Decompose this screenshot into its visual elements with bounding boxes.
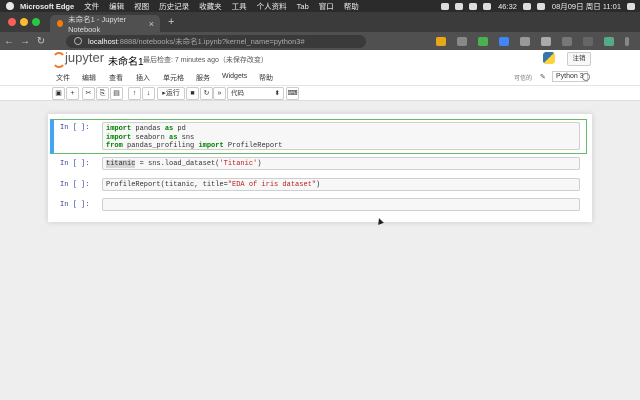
os-menu-file[interactable]: 文件	[84, 1, 99, 12]
os-menu-favorites[interactable]: 收藏夹	[199, 1, 222, 12]
os-menu-history[interactable]: 历史记录	[159, 1, 189, 12]
wechat-icon[interactable]	[441, 2, 450, 10]
music-icon[interactable]	[469, 2, 478, 10]
new-tab-button[interactable]: +	[168, 16, 174, 28]
paste-icon[interactable]: ▤	[110, 87, 123, 100]
trusted-indicator[interactable]: 可信的	[514, 73, 532, 82]
os-menu-edit[interactable]: 编辑	[109, 1, 124, 12]
minimize-window-button[interactable]	[20, 18, 28, 26]
add-cell-icon[interactable]: +	[66, 87, 79, 100]
restart-icon[interactable]: ↻	[200, 87, 213, 100]
os-menu-help[interactable]: 帮助	[344, 1, 359, 12]
run-label: 运行	[165, 90, 180, 97]
battery-time: 46:32	[498, 1, 517, 11]
notebook-name[interactable]: 未命名1	[108, 53, 144, 68]
move-up-icon[interactable]: ↑	[128, 87, 141, 100]
run-button[interactable]: ▸运行	[157, 87, 185, 100]
jupyter-logo-icon[interactable]	[52, 52, 66, 68]
address-bar: ← → ↻ localhost:8888/notebooks/未命名1.ipyn…	[0, 32, 640, 50]
cell-type-select[interactable]: 代码 ⬍	[227, 87, 284, 100]
extension-icon-4[interactable]	[499, 36, 509, 46]
move-down-icon[interactable]: ↓	[142, 87, 155, 100]
qq-icon[interactable]	[455, 2, 464, 10]
chevron-down-icon: ⬍	[274, 90, 280, 97]
cell-input[interactable]: ProfileReport(titanic, title="EDA of iri…	[102, 178, 580, 191]
tab-title: 未命名1 - Jupyter Notebook	[68, 14, 127, 34]
jupyter-favicon-icon	[57, 20, 64, 27]
restart-run-all-icon[interactable]: »	[213, 87, 226, 100]
url-field[interactable]: localhost:8888/notebooks/未命名1.ipynb?kern…	[66, 34, 366, 48]
cell-input[interactable]: import pandas as pd import seaborn as sn…	[102, 122, 580, 150]
status-area: 46:32 08月09日 周日 11:01	[435, 1, 640, 12]
jupyter-logo-text[interactable]: jupyter	[65, 50, 104, 65]
close-window-button[interactable]	[8, 18, 16, 26]
maximize-window-button[interactable]	[32, 18, 40, 26]
stop-icon[interactable]: ■	[186, 87, 199, 100]
menu-file[interactable]: 文件	[56, 73, 70, 83]
cell-type-value: 代码	[231, 90, 244, 97]
back-icon[interactable]: ←	[2, 36, 16, 47]
menu-insert[interactable]: 插入	[136, 73, 150, 83]
apple-icon[interactable]	[6, 2, 14, 10]
browser-tabbar: 未命名1 - Jupyter Notebook × +	[0, 12, 640, 34]
save-icon[interactable]: ▣	[52, 87, 65, 100]
extension-icon-2[interactable]	[457, 36, 467, 46]
profile-icon[interactable]	[604, 36, 614, 46]
cell-prompt: In [ ]:	[60, 160, 90, 168]
list-icon[interactable]	[627, 2, 635, 10]
reload-icon[interactable]: ↻	[34, 36, 48, 47]
extension-icon-5[interactable]	[520, 36, 530, 46]
extensions	[436, 36, 640, 46]
menu-widgets[interactable]: Widgets	[222, 73, 247, 80]
extension-icon-7[interactable]	[562, 36, 572, 46]
extension-icon-1[interactable]	[436, 36, 446, 46]
os-menubar: Microsoft Edge 文件 编辑 视图 历史记录 收藏夹 工具 个人资料…	[0, 0, 640, 12]
battery-icon[interactable]	[483, 2, 492, 10]
checkpoint-status: 最后检查: 7 minutes ago（未保存改变）	[143, 57, 268, 64]
cell-prompt: In [ ]:	[60, 201, 90, 209]
menu-view[interactable]: 查看	[109, 73, 123, 83]
extension-icon-3[interactable]	[478, 36, 488, 46]
menu-edit[interactable]: 编辑	[82, 73, 96, 83]
extension-icon-6[interactable]	[541, 36, 551, 46]
os-menu-tab[interactable]: Tab	[297, 2, 309, 11]
more-icon[interactable]	[625, 36, 629, 46]
url-host: localhost	[88, 36, 118, 46]
python-logo-icon	[543, 52, 555, 64]
menu-kernel[interactable]: 服务	[196, 73, 210, 83]
cell-input[interactable]	[102, 198, 580, 211]
menu-cell[interactable]: 单元格	[163, 73, 184, 83]
os-menu-tools[interactable]: 工具	[232, 1, 247, 12]
cell-prompt: In [ ]:	[60, 181, 90, 189]
logout-button[interactable]: 注销	[567, 52, 591, 66]
tab-close-icon[interactable]: ×	[149, 19, 154, 29]
os-menu-profile[interactable]: 个人资料	[257, 1, 287, 12]
url-path: :8888/notebooks/未命名1.ipynb?kernel_name=p…	[117, 36, 305, 46]
command-palette-icon[interactable]: ⌨	[286, 87, 299, 100]
cell-prompt: In [ ]:	[60, 124, 90, 132]
tab-jupyter[interactable]: 未命名1 - Jupyter Notebook ×	[50, 14, 160, 34]
os-menu-view[interactable]: 视图	[134, 1, 149, 12]
copy-icon[interactable]: ⎘	[96, 87, 109, 100]
cut-icon[interactable]: ✂	[82, 87, 95, 100]
pencil-icon[interactable]: ✎	[540, 73, 546, 81]
extension-icon-8[interactable]	[583, 36, 593, 46]
cell-input[interactable]: titanic = sns.load_dataset('Titanic')	[102, 157, 580, 170]
forward-icon[interactable]: →	[18, 36, 32, 47]
os-menu-window[interactable]: 窗口	[319, 1, 334, 12]
info-icon[interactable]	[74, 37, 82, 45]
menu-help[interactable]: 帮助	[259, 73, 273, 83]
os-menu-app[interactable]: Microsoft Edge	[20, 2, 74, 11]
kernel-status-icon	[582, 73, 590, 81]
wifi-icon[interactable]	[522, 2, 531, 10]
search-icon[interactable]	[536, 2, 545, 10]
datetime[interactable]: 08月09日 周日 11:01	[552, 1, 621, 12]
